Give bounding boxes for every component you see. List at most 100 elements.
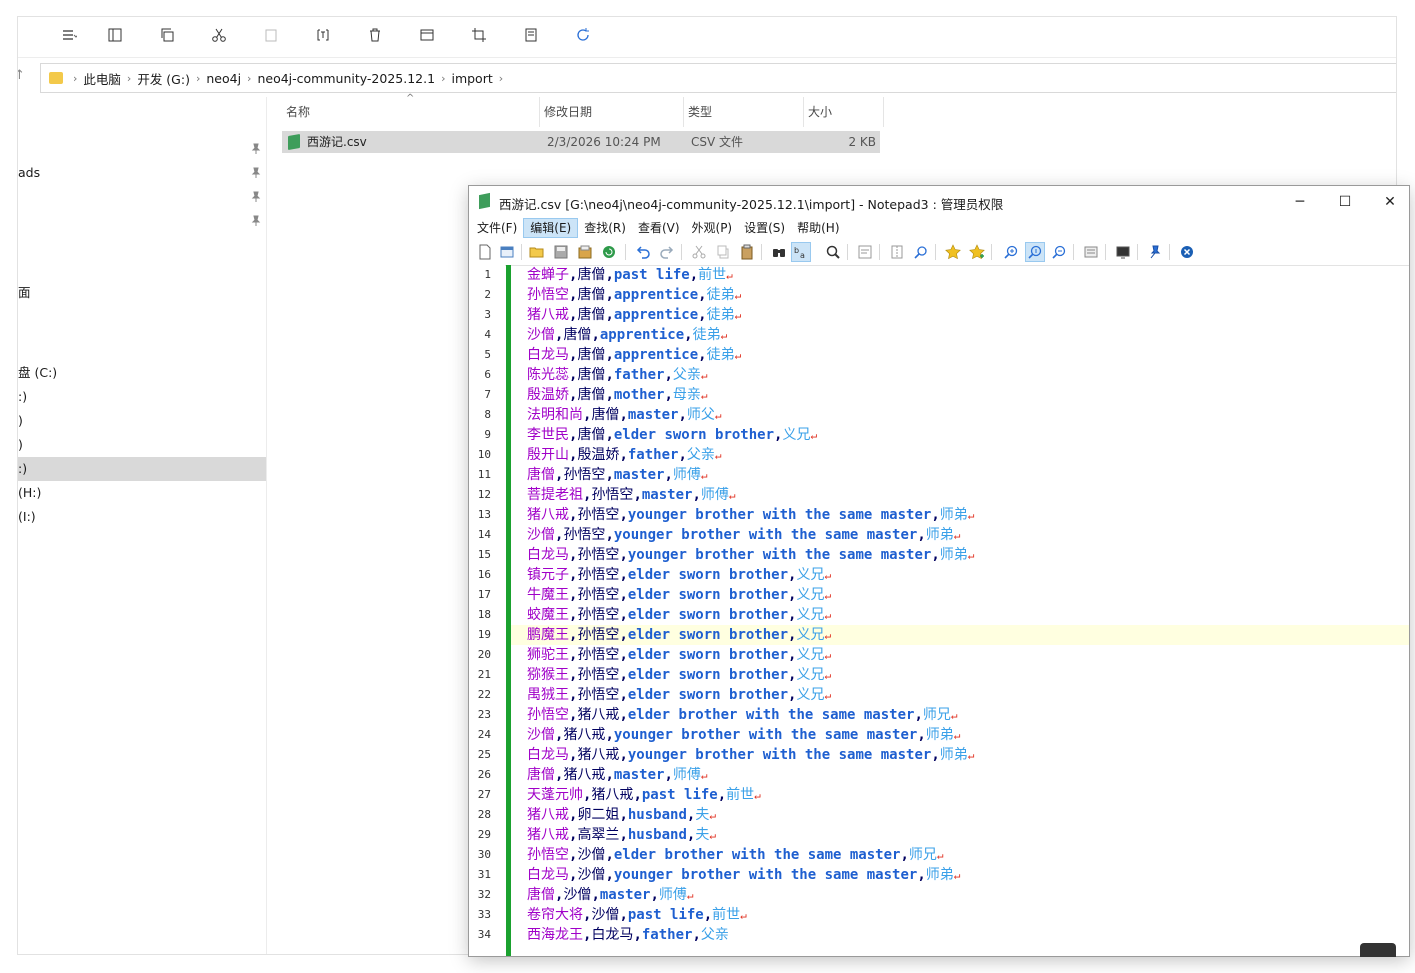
details-pane-button[interactable]	[102, 23, 128, 47]
editor-line[interactable]: 18 蛟魔王,孙悟空,elder sworn brother,义兄↵	[478, 605, 1409, 625]
view-menu-button[interactable]	[52, 23, 86, 47]
rename-button[interactable]	[310, 23, 336, 47]
copy-button[interactable]	[713, 242, 733, 262]
menu-file[interactable]: 文件(F)	[471, 218, 523, 238]
paste-button[interactable]	[258, 23, 284, 47]
column-header-name[interactable]: 名称	[282, 97, 540, 127]
close-button[interactable]: ✕	[1367, 186, 1409, 218]
editor-line[interactable]: 9 李世民,唐僧,elder sworn brother,义兄↵	[484, 425, 1409, 445]
menu-settings[interactable]: 设置(S)	[738, 218, 791, 238]
column-header-modified[interactable]: 修改日期	[540, 97, 684, 127]
editor-line[interactable]: 4 沙僧,唐僧,apprentice,徒弟↵	[484, 325, 1409, 345]
nav-item-drive-c[interactable]: 盘 (C:)	[18, 361, 266, 385]
editor-line[interactable]: 22 禺狨王,孙悟空,elder sworn brother,义兄↵	[478, 685, 1409, 705]
editor-line[interactable]: 6 陈光蕊,唐僧,father,父亲↵	[484, 365, 1409, 385]
editor-line[interactable]: 29 猪八戒,高翠兰,husband,夫↵	[478, 825, 1409, 845]
editor-line[interactable]: 10 殷开山,殷温娇,father,父亲↵	[478, 445, 1409, 465]
always-on-top-button[interactable]	[1145, 242, 1165, 262]
cut-button[interactable]	[689, 242, 709, 262]
breadcrumb-drive-g[interactable]: 开发 (G:)	[137, 69, 190, 88]
zoom-out-button[interactable]	[1049, 242, 1069, 262]
minimize-button[interactable]: ─	[1277, 186, 1323, 218]
nav-item-drive-d[interactable]: :)	[18, 385, 266, 409]
breadcrumb-neo4j[interactable]: neo4j	[206, 71, 241, 86]
editor-line[interactable]: 26 唐僧,猪八戒,master,师傅↵	[478, 765, 1409, 785]
editor-line[interactable]: 16 镇元子,孙悟空,elder sworn brother,义兄↵	[478, 565, 1409, 585]
breadcrumb-neo4j-community[interactable]: neo4j-community-2025.12.1	[257, 71, 435, 86]
pin-icon[interactable]	[250, 143, 262, 155]
editor-line[interactable]: 8 法明和尚,唐僧,master,师父↵	[484, 405, 1409, 425]
nav-item-drive-f[interactable]: )	[18, 433, 266, 457]
new-window-button[interactable]	[497, 242, 517, 262]
exit-button[interactable]	[1177, 242, 1197, 262]
editor-line[interactable]: 11 唐僧,孙悟空,master,师傅↵	[478, 465, 1409, 485]
maximize-button[interactable]: ☐	[1322, 186, 1368, 218]
editor-line[interactable]: 23 孙悟空,猪八戒,elder brother with the same ma…	[478, 705, 1409, 725]
editor-line[interactable]: 14 沙僧,孙悟空,younger brother with the same m…	[478, 525, 1409, 545]
open-button[interactable]	[527, 242, 547, 262]
editor-line[interactable]: 1 金蝉子,唐僧,past life,前世↵	[484, 265, 1409, 285]
editor-line[interactable]: 13 猪八戒,孙悟空,younger brother with the same …	[478, 505, 1409, 525]
editor-line[interactable]: 31 白龙马,沙僧,younger brother with the same m…	[478, 865, 1409, 885]
copy-button[interactable]	[154, 23, 180, 47]
favorites-button[interactable]	[943, 242, 963, 262]
add-favorite-button[interactable]	[967, 242, 987, 262]
menu-view[interactable]: 查看(V)	[632, 218, 686, 238]
nav-item-desktop[interactable]: 面	[18, 281, 266, 305]
editor-line[interactable]: 5 白龙马,唐僧,apprentice,徒弟↵	[484, 345, 1409, 365]
editor-line[interactable]: 33 卷帘大将,沙僧,past life,前世↵	[478, 905, 1409, 925]
editor-line[interactable]: 20 狮驼王,孙悟空,elder sworn brother,义兄↵	[478, 645, 1409, 665]
editor-line[interactable]: 3 猪八戒,唐僧,apprentice,徒弟↵	[484, 305, 1409, 325]
nav-item-drive-e[interactable]: )	[18, 409, 266, 433]
nav-item-drive-h[interactable]: (H:)	[18, 481, 266, 505]
pin-icon[interactable]	[250, 191, 262, 203]
editor-line[interactable]: 30 孙悟空,沙僧,elder brother with the same mas…	[478, 845, 1409, 865]
zoom-reset-button[interactable]	[1025, 242, 1045, 262]
nav-item-drive-g[interactable]: :)	[18, 457, 266, 481]
editor-line[interactable]: 7 殷温娇,唐僧,mother,母亲↵	[484, 385, 1409, 405]
editor-line[interactable]: 15 白龙马,孙悟空,younger brother with the same …	[478, 545, 1409, 565]
fullscreen-button[interactable]	[1113, 242, 1133, 262]
menu-help[interactable]: 帮助(H)	[791, 218, 845, 238]
undo-button[interactable]	[633, 242, 653, 262]
editor-line[interactable]: 17 牛魔王,孙悟空,elder sworn brother,义兄↵	[478, 585, 1409, 605]
editor-line[interactable]: 12 菩提老祖,孙悟空,master,师傅↵	[478, 485, 1409, 505]
breadcrumb-import[interactable]: import	[451, 71, 492, 86]
editor-line[interactable]: 24 沙僧,猪八戒,younger brother with the same m…	[478, 725, 1409, 745]
editor-line[interactable]: 2 孙悟空,唐僧,apprentice,徒弟↵	[484, 285, 1409, 305]
delete-button[interactable]	[362, 23, 388, 47]
save-as-button[interactable]	[575, 242, 595, 262]
refresh-button[interactable]	[570, 23, 596, 47]
title-bar[interactable]: 西游记.csv [G:\neo4j\neo4j-community-2025.1…	[469, 186, 1409, 218]
editor-line[interactable]: 28 猪八戒,卵二姐,husband,夫↵	[478, 805, 1409, 825]
reload-button[interactable]	[599, 242, 619, 262]
up-arrow-icon[interactable]: ↑	[18, 68, 25, 83]
menu-appearance[interactable]: 外观(P)	[686, 218, 739, 238]
menu-find[interactable]: 查找(R)	[578, 218, 632, 238]
editor-line[interactable]: 25 白龙马,猪八戒,younger brother with the same …	[478, 745, 1409, 765]
editor-line[interactable]: 19 鹏魔王,孙悟空,elder sworn brother,义兄↵	[478, 625, 1409, 645]
text-editor[interactable]: 1 金蝉子,唐僧,past life,前世↵ 2 孙悟空,唐僧,apprentice,…	[469, 265, 1409, 956]
code-area[interactable]: 1 金蝉子,唐僧,past life,前世↵ 2 孙悟空,唐僧,apprentice,…	[478, 265, 1409, 945]
word-wrap-button[interactable]	[855, 242, 875, 262]
nav-item-drive-i[interactable]: (I:)	[18, 505, 266, 529]
menu-edit[interactable]: 编辑(E)	[523, 218, 579, 238]
new-file-button[interactable]	[475, 242, 495, 262]
long-line-marker-button[interactable]	[887, 242, 907, 262]
properties-button[interactable]	[518, 23, 544, 47]
column-header-type[interactable]: 类型	[684, 97, 804, 127]
find-button[interactable]	[769, 242, 789, 262]
pin-icon[interactable]	[250, 215, 262, 227]
paste-button[interactable]	[737, 242, 757, 262]
share-button[interactable]	[414, 23, 440, 47]
editor-line[interactable]: 21 猕猴王,孙悟空,elder sworn brother,义兄↵	[478, 665, 1409, 685]
editor-line[interactable]: 27 天蓬元帅,猪八戒,past life,前世↵	[478, 785, 1409, 805]
editor-line[interactable]: 32 唐僧,沙僧,master,师傅↵	[478, 885, 1409, 905]
scheme-button[interactable]	[1081, 242, 1101, 262]
breadcrumb-this-pc[interactable]: 此电脑	[83, 69, 121, 88]
column-header-size[interactable]: 大小	[804, 97, 884, 127]
file-row[interactable]: 西游记.csv 2/3/2026 10:24 PM CSV 文件 2 KB	[282, 131, 880, 153]
crop-button[interactable]	[466, 23, 492, 47]
zoom-in-button[interactable]	[1001, 242, 1021, 262]
save-button[interactable]	[551, 242, 571, 262]
